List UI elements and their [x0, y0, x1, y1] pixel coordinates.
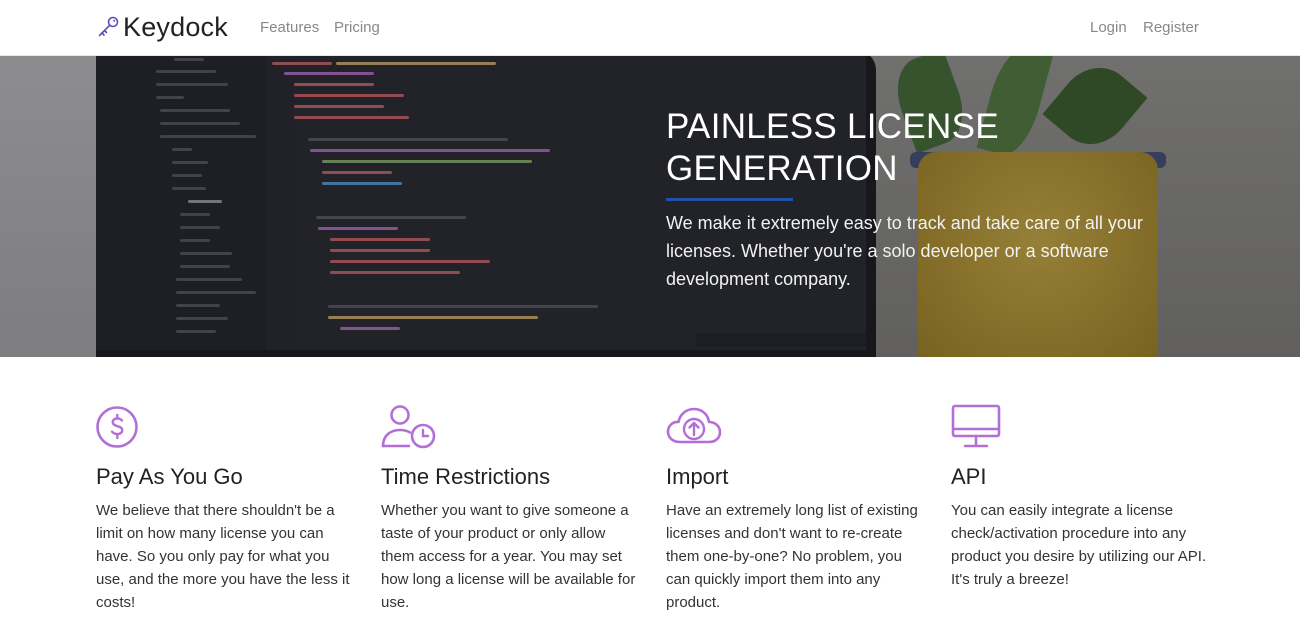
feature-title: API: [951, 464, 987, 489]
feature-title: Time Restrictions: [381, 464, 551, 489]
feature-description: You can easily integrate a license check…: [951, 502, 1207, 588]
feature-time-restrictions: Time Restrictions Whether you want to gi…: [381, 404, 641, 611]
nav-link-features[interactable]: Features: [260, 19, 319, 36]
hero-title-line1: PAINLESS LICENSE: [666, 107, 999, 146]
feature-description: We believe that there shouldn't be a lim…: [96, 502, 350, 611]
feature-description: Whether you want to give someone a taste…: [381, 502, 636, 611]
hero-description: We make it extremely easy to track and t…: [666, 213, 1143, 289]
nav-link-register[interactable]: Register: [1143, 19, 1199, 36]
feature-import: Import Have an extremely long list of ex…: [666, 404, 926, 611]
brand-logo-link[interactable]: Keydock: [96, 10, 228, 44]
navbar: Keydock Features Pricing Login Register: [0, 0, 1300, 56]
dollar-circle-icon: [96, 406, 138, 448]
hero-title-underline: [666, 198, 793, 201]
hero-title-line2: GENERATION: [666, 149, 898, 188]
cloud-upload-icon: [666, 407, 722, 444]
nav-link-login[interactable]: Login: [1090, 19, 1127, 36]
hero-banner: PAINLESS LICENSE GENERATION We make it e…: [0, 56, 1300, 357]
monitor-icon: [951, 404, 1001, 448]
feature-api: API You can easily integrate a license c…: [951, 404, 1211, 588]
feature-title: Import: [666, 464, 729, 489]
brand-name: Keydock: [123, 11, 228, 42]
key-icon: [98, 16, 119, 37]
feature-title: Pay As You Go: [96, 464, 243, 489]
user-clock-icon: [381, 405, 436, 449]
feature-description: Have an extremely long list of existing …: [666, 502, 918, 611]
hero-overlay: [0, 56, 1300, 357]
nav-link-pricing[interactable]: Pricing: [334, 19, 380, 36]
feature-pay-as-you-go: Pay As You Go We believe that there shou…: [96, 404, 356, 611]
hero-title: PAINLESS LICENSE GENERATION: [666, 106, 1086, 190]
